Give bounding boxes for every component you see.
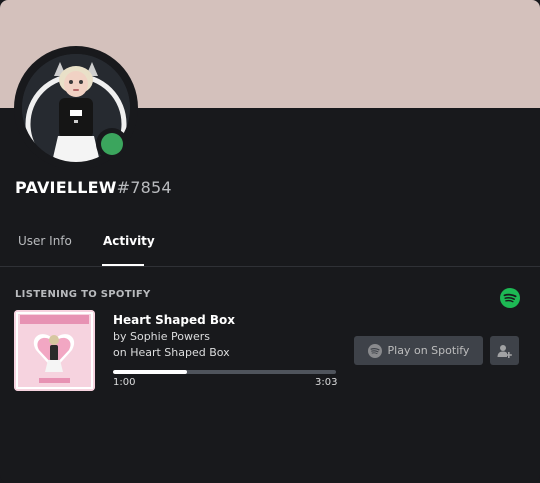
add-friend-button[interactable] <box>490 336 519 365</box>
profile-card: PAVIELLEW#7854 User Info Activity LISTEN… <box>0 0 540 483</box>
elapsed-time: 1:00 <box>113 377 136 388</box>
tab-user-info[interactable]: User Info <box>18 234 72 248</box>
play-on-spotify-button[interactable]: Play on Spotify <box>354 336 483 365</box>
username-name: PAVIELLEW <box>15 178 117 197</box>
track-title[interactable]: Heart Shaped Box <box>113 313 235 327</box>
album-art-image <box>14 310 95 391</box>
total-duration: 3:03 <box>315 377 338 388</box>
spotify-icon <box>367 343 382 358</box>
track-progress-bar <box>113 370 336 374</box>
username-discriminator: #7854 <box>116 178 172 197</box>
track-progress-fill <box>113 370 187 374</box>
username[interactable]: PAVIELLEW#7854 <box>15 178 172 197</box>
profile-tabs: User Info Activity <box>0 228 540 266</box>
online-status-icon <box>101 133 123 155</box>
add-friend-icon <box>497 344 512 358</box>
spotify-icon <box>500 288 520 308</box>
tab-activity[interactable]: Activity <box>103 234 155 248</box>
tabs-divider <box>0 266 540 267</box>
activity-section-title: LISTENING TO SPOTIFY <box>15 289 151 300</box>
track-artist: by Sophie Powers <box>113 330 210 343</box>
track-album: on Heart Shaped Box <box>113 346 230 359</box>
album-art[interactable] <box>14 310 95 391</box>
play-on-spotify-label: Play on Spotify <box>387 344 470 357</box>
